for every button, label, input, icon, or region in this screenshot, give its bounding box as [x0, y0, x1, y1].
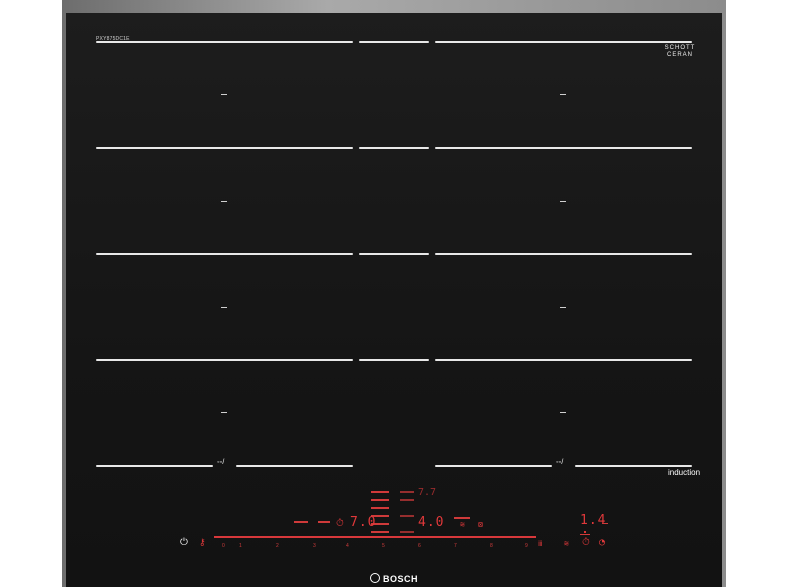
zone-center-r4-right	[560, 412, 566, 413]
zone-line-r1-right	[435, 41, 692, 43]
zone-indicator-r3	[400, 515, 414, 517]
induction-label: induction	[668, 468, 701, 477]
zone-right-display: 4.0	[418, 515, 445, 530]
zone-line-r5-right-a	[435, 465, 552, 467]
timer-dot	[584, 531, 586, 533]
zone-line-r4-right	[435, 359, 692, 361]
zone-line-r3-left	[96, 253, 353, 255]
zone-center-r1-left	[221, 94, 227, 95]
zone-center-r1-right	[560, 94, 566, 95]
zone-line-r5-left-a	[96, 465, 213, 467]
schott-ceran-text: SCHOTT CERAN	[664, 45, 696, 58]
timer-slider-indicator	[580, 534, 590, 535]
zone-select-left-1[interactable]	[294, 521, 308, 523]
zone-line-r4-mid	[359, 359, 429, 361]
zone-center-r2-left	[221, 201, 227, 202]
zone-line-r1-mid	[359, 41, 429, 43]
bosch-emblem-icon	[370, 573, 380, 583]
zone-line-r1-left	[96, 41, 353, 43]
zone-indicator-r2	[400, 499, 414, 501]
keepwarm-icon-2[interactable]: ≋	[564, 539, 569, 548]
zone-select-right-1[interactable]	[454, 517, 470, 519]
power-level-2[interactable]: 2	[276, 543, 279, 549]
zone-select-left-2[interactable]	[318, 521, 330, 523]
zone-indicator-r4	[400, 531, 414, 533]
zone-line-r3-mid	[359, 253, 429, 255]
power-level-4[interactable]: 4	[346, 543, 349, 549]
zone-indicator-r1	[400, 491, 414, 493]
power-level-3[interactable]: 3	[313, 543, 316, 549]
zone-center-r2-right	[560, 201, 566, 202]
clock-icon[interactable]: ◔	[599, 537, 605, 548]
power-level-8[interactable]: 8	[490, 543, 493, 549]
brand-text: BOSCH	[383, 574, 419, 584]
zone-line-r2-mid	[359, 147, 429, 149]
power-level-7[interactable]: 7	[454, 543, 457, 549]
zone-indicator-6	[371, 531, 389, 533]
boost-icon[interactable]: ⅲ	[538, 540, 542, 548]
top-indicator-display: 7.7	[418, 487, 437, 498]
timer-icon[interactable]: ⏱	[582, 537, 590, 548]
timer-icon-left[interactable]: ⏱	[336, 518, 344, 529]
power-level-5[interactable]: 5	[382, 543, 385, 549]
zone-line-r2-right	[435, 147, 692, 149]
power-level-0[interactable]: 0	[222, 543, 225, 549]
zone-center-r3-left	[221, 307, 227, 308]
zone-indicator-3	[371, 507, 389, 509]
frysensor-icon[interactable]: ⊠	[478, 520, 483, 529]
zone-line-r4-left	[96, 359, 353, 361]
zone-line-r5-left-b	[236, 465, 353, 467]
schott-ceran-logo: SCHOTT CERAN	[664, 45, 696, 59]
zone-indicator-1	[371, 491, 389, 493]
zone-center-r3-right	[560, 307, 566, 308]
timer-minutes-marker	[602, 523, 608, 524]
flex-zone-icon-right: ◦◦/	[556, 459, 564, 466]
zone-center-r4-left	[221, 412, 227, 413]
power-icon[interactable]: ⏻	[180, 537, 188, 548]
brand-logo: BOSCH	[370, 573, 418, 584]
childlock-icon[interactable]: ⚷	[199, 538, 206, 548]
cooktop-glass: PXY875DC1E SCHOTT CERAN ◦◦/ ◦◦/ inductio…	[66, 13, 722, 587]
zone-line-r3-right	[435, 253, 692, 255]
zone-indicator-2	[371, 499, 389, 501]
zone-line-r5-right-b	[575, 465, 692, 467]
timer-display: 1.4	[580, 513, 607, 528]
power-level-1[interactable]: 1	[239, 543, 242, 549]
power-slider-track[interactable]	[214, 536, 536, 538]
power-level-9[interactable]: 9	[525, 543, 528, 549]
zone-left-display: 7.0	[350, 515, 377, 530]
flex-zone-icon-left: ◦◦/	[217, 459, 225, 466]
power-level-6[interactable]: 6	[418, 543, 421, 549]
keepwarm-icon[interactable]: ≋	[460, 520, 465, 529]
zone-line-r2-left	[96, 147, 353, 149]
